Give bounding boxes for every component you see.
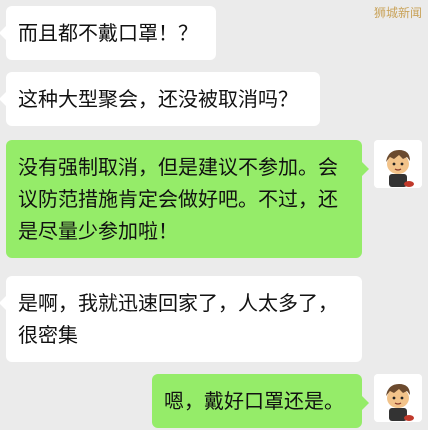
- watermark: 狮城新闻: [373, 6, 422, 20]
- message-bubble-incoming[interactable]: 这种大型聚会，还没被取消吗？: [0, 72, 320, 126]
- cartoon-boy-avatar-icon[interactable]: [374, 374, 422, 422]
- avatar-image: [374, 374, 422, 422]
- chat-window: 狮城新闻 而且都不戴口罩！？ 这种大型聚会，还没被取消吗？ 没有强制取消，但是建…: [0, 0, 428, 430]
- message-bubble-outgoing[interactable]: 没有强制取消，但是建议不参加。会议防范措施肯定会做好吧。不过，还是尽量少参加啦！: [6, 140, 369, 258]
- message-bubble-incoming[interactable]: 而且都不戴口罩！？: [0, 6, 216, 60]
- message-bubble-outgoing[interactable]: 嗯，戴好口罩还是。: [152, 374, 369, 428]
- message-text: 而且都不戴口罩！？: [18, 21, 198, 45]
- cartoon-boy-avatar-icon[interactable]: [374, 140, 422, 188]
- message-bubble-incoming[interactable]: 是啊，我就迅速回家了，人太多了，很密集: [0, 276, 362, 362]
- message-text: 这种大型聚会，还没被取消吗？: [18, 87, 298, 111]
- message-text: 嗯，戴好口罩还是。: [164, 389, 344, 413]
- message-text: 没有强制取消，但是建议不参加。会议防范措施肯定会做好吧。不过，还是尽量少参加啦！: [18, 155, 338, 243]
- avatar-image: [374, 140, 422, 188]
- message-text: 是啊，我就迅速回家了，人太多了，很密集: [18, 291, 338, 347]
